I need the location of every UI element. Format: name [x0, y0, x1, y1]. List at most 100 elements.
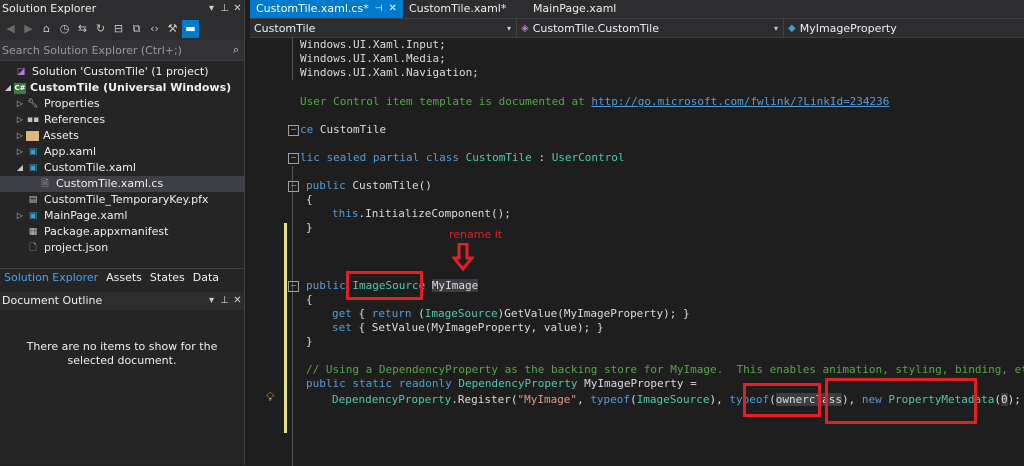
expand-arrow-icon[interactable]: ▷: [14, 128, 26, 144]
tab-assets[interactable]: Assets: [102, 269, 146, 286]
forward-icon[interactable]: ▶: [20, 20, 37, 38]
folder-icon: [26, 131, 39, 141]
class-dropdown-label: CustomTile.CustomTile: [532, 21, 660, 35]
fold-toggle-icon[interactable]: −: [288, 153, 299, 164]
tab-label: MainPage.xaml: [532, 2, 617, 15]
change-margin-marker: [284, 223, 287, 433]
document-outline-title: Document Outline: [2, 294, 103, 307]
back-icon[interactable]: ◀: [2, 20, 19, 38]
chevron-down-icon: ▾: [506, 23, 511, 33]
code-line-using-media: Windows.UI.Xaml.Media;: [300, 52, 446, 65]
tree-item-mainpage-xaml[interactable]: ▷ ▣ MainPage.xaml: [0, 208, 244, 224]
tab-label: CustomTile.xaml.cs*: [256, 2, 369, 15]
class-dropdown[interactable]: ◈ CustomTile.CustomTile ▾: [517, 19, 784, 37]
solution-explorer-toolbar: ◀ ▶ ⌂ ◷ ⇆ ↻ ⊟ ⧉ ‹› ⚒ ▬: [0, 18, 244, 40]
highlight-box-ownerclass: [743, 383, 821, 417]
code-line-class-decl: lic sealed partial class CustomTile : Us…: [300, 151, 625, 164]
tree-item-label: CustomTile.xaml: [44, 161, 136, 174]
tree-item-label: App.xaml: [44, 145, 97, 158]
tree-item-properties[interactable]: ▷ 🔧︎ Properties: [0, 96, 244, 112]
document-outline-header: Document Outline ▾ ⊥ ✕: [0, 292, 244, 310]
rename-annotation: rename it: [449, 228, 503, 241]
properties-wrench-icon[interactable]: ⚒: [164, 20, 181, 38]
tree-item-label: CustomTile_TemporaryKey.pfx: [44, 193, 209, 206]
project-dropdown[interactable]: CustomTile ▾: [250, 19, 517, 37]
member-dropdown-label: MyImageProperty: [799, 21, 897, 35]
tab-label: CustomTile.xaml*: [408, 2, 507, 15]
dropdown-icon[interactable]: ▾: [205, 292, 218, 310]
pin-icon[interactable]: ⊥: [218, 0, 231, 18]
pin-icon[interactable]: ⊥: [218, 292, 231, 310]
expand-arrow-icon[interactable]: ▷: [14, 208, 26, 224]
preview-icon[interactable]: ▬: [182, 20, 199, 38]
expand-arrow-icon[interactable]: ▷: [14, 112, 26, 128]
tree-item-customtile-xaml[interactable]: ◢ ▣ CustomTile.xaml: [0, 160, 244, 176]
tree-item-label: CustomTile.xaml.cs: [56, 177, 164, 190]
document-outline-panel: Document Outline ▾ ⊥ ✕ There are no item…: [0, 292, 244, 368]
fold-toggle-icon[interactable]: −: [288, 181, 299, 192]
highlight-box-propertymetadata: [825, 378, 977, 424]
tab-customtile-xaml-cs[interactable]: CustomTile.xaml.cs* ⊣ ✕: [250, 0, 403, 18]
solution-explorer-header: Solution Explorer ▾ ⊥ ✕: [0, 0, 244, 18]
close-icon[interactable]: ✕: [231, 292, 244, 310]
tree-item-customtile-xaml-cs[interactable]: 🗎︎ CustomTile.xaml.cs: [0, 176, 244, 192]
tab-customtile-xaml[interactable]: CustomTile.xaml*: [403, 0, 527, 18]
collapse-all-icon[interactable]: ⊟: [110, 20, 127, 38]
search-input[interactable]: Search Solution Explorer (Ctrl+;): [2, 44, 228, 57]
expand-arrow-icon[interactable]: ▷: [14, 96, 26, 112]
lightbulb-icon[interactable]: 💡︎: [266, 390, 274, 405]
tree-item-pfx[interactable]: ▤ CustomTile_TemporaryKey.pfx: [0, 192, 244, 208]
default-value-placeholder[interactable]: 0: [1001, 393, 1008, 406]
myimage-property-name[interactable]: MyImage: [431, 279, 479, 292]
project-icon: C#: [14, 82, 26, 94]
left-panel: Solution Explorer ▾ ⊥ ✕ ◀ ▶ ⌂ ◷ ⇆ ↻ ⊟ ⧉ …: [0, 0, 245, 465]
tree-item-assets[interactable]: ▷ Assets: [0, 128, 244, 144]
code-line-brace: {: [306, 193, 313, 206]
code-line-brace: }: [306, 335, 313, 348]
fold-guide: [292, 166, 293, 466]
fwlink-link[interactable]: http://go.microsoft.com/fwlink/?LinkId=2…: [591, 95, 889, 108]
tab-data[interactable]: Data: [189, 269, 223, 286]
class-icon: ◈: [521, 22, 529, 34]
history-icon[interactable]: ◷: [56, 20, 73, 38]
pin-icon[interactable]: ⊣: [375, 0, 383, 18]
close-icon[interactable]: ✕: [389, 0, 397, 18]
code-line-namespace: ce CustomTile: [300, 123, 387, 136]
tree-item-solution[interactable]: ◪ Solution 'CustomTile' (1 project): [0, 64, 244, 80]
tree-item-label: Package.appxmanifest: [44, 225, 169, 238]
collapse-arrow-icon[interactable]: ◢: [14, 160, 26, 176]
manifest-icon: ▦: [28, 227, 38, 237]
navigation-bar: CustomTile ▾ ◈ CustomTile.CustomTile ▾ ◆…: [250, 18, 1024, 38]
tree-item-references[interactable]: ▷ ▪▪ References: [0, 112, 244, 128]
collapse-arrow-icon[interactable]: ◢: [2, 80, 14, 96]
json-icon: 🗋︎: [29, 243, 37, 253]
expand-arrow-icon[interactable]: ▷: [14, 144, 26, 160]
fold-toggle-icon[interactable]: −: [288, 281, 299, 292]
dropdown-icon[interactable]: ▾: [205, 0, 218, 18]
search-box[interactable]: Search Solution Explorer (Ctrl+;) ⌕: [0, 40, 244, 61]
references-icon: ▪▪: [26, 115, 40, 125]
highlight-box-imagesource: [346, 271, 423, 300]
view-code-icon[interactable]: ‹›: [146, 20, 163, 38]
search-icon[interactable]: ⌕: [228, 43, 244, 57]
tab-mainpage-xaml[interactable]: MainPage.xaml: [527, 0, 622, 18]
tab-states[interactable]: States: [146, 269, 189, 286]
xaml-icon: ▣: [28, 211, 38, 221]
home-icon[interactable]: ⌂: [38, 20, 55, 38]
code-area[interactable]: Windows.UI.Xaml.Input; Windows.UI.Xaml.M…: [250, 38, 1024, 466]
tree-item-label: MainPage.xaml: [44, 209, 128, 222]
close-icon[interactable]: ✕: [231, 0, 244, 18]
tree-item-project[interactable]: ◢ C# CustomTile (Universal Windows): [0, 80, 244, 96]
refresh-icon[interactable]: ↻: [92, 20, 109, 38]
tab-solution-explorer[interactable]: Solution Explorer: [0, 269, 102, 286]
xaml-icon: ▣: [28, 163, 38, 173]
tree-item-app-xaml[interactable]: ▷ ▣ App.xaml: [0, 144, 244, 160]
tree-item-project-json[interactable]: 🗋︎ project.json: [0, 240, 244, 256]
copy-icon[interactable]: ⧉: [128, 20, 145, 38]
fold-toggle-icon[interactable]: −: [288, 125, 299, 136]
member-dropdown[interactable]: ◆ MyImageProperty: [784, 19, 1024, 37]
xaml-icon: ▣: [28, 147, 38, 157]
code-line-setter: set { SetValue(MyImageProperty, value); …: [332, 321, 604, 334]
tree-item-manifest[interactable]: ▦ Package.appxmanifest: [0, 224, 244, 240]
sync-icon[interactable]: ⇆: [74, 20, 91, 38]
